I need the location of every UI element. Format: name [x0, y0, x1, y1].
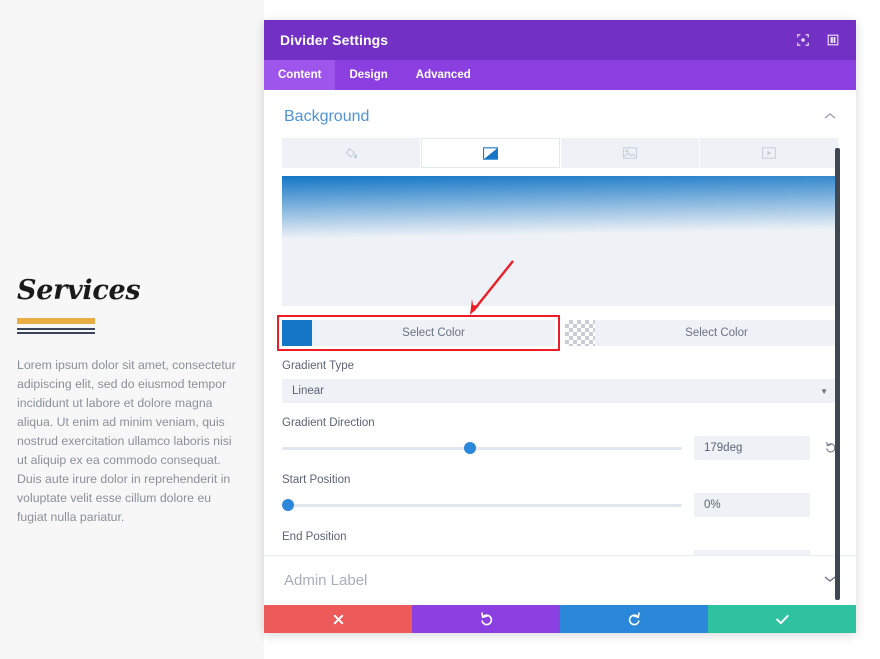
start-position-value[interactable]: 0% [694, 493, 810, 517]
gradient-color-stops: Select Color Select Color [277, 315, 838, 351]
modal-scrollbar[interactable] [835, 148, 840, 600]
divider-settings-modal: Divider Settings Content Design Advanced… [264, 20, 856, 633]
modal-title: Divider Settings [280, 32, 389, 48]
gradient-start-color-field[interactable]: Select Color [277, 315, 560, 351]
admin-label-title: Admin Label [284, 572, 368, 589]
background-type-image[interactable] [560, 138, 700, 168]
redo-button[interactable] [560, 605, 708, 633]
page-title: Services [17, 275, 141, 306]
background-type-tabs [282, 138, 838, 168]
modal-tabs: Content Design Advanced [264, 60, 856, 90]
layout-columns-icon[interactable] [826, 33, 840, 47]
start-position-label: Start Position [282, 474, 351, 486]
background-type-gradient[interactable] [421, 138, 561, 168]
background-section-header[interactable]: Background [264, 90, 856, 134]
background-type-color[interactable] [282, 138, 422, 168]
image-icon [622, 147, 637, 159]
video-icon [762, 147, 776, 159]
divider-bar-navy-bottom [17, 332, 95, 334]
start-position-control: Start Position 0% [282, 474, 838, 517]
color-swatch-start[interactable] [282, 320, 312, 346]
slider-knob[interactable] [464, 442, 476, 454]
gradient-type-label: Gradient Type [282, 360, 355, 372]
gradient-preview [282, 176, 838, 306]
gradient-type-value: Linear [292, 385, 324, 397]
modal-header-actions [796, 33, 840, 47]
cancel-button[interactable] [264, 605, 412, 633]
gradient-direction-slider[interactable] [282, 439, 682, 457]
slider-track [282, 504, 682, 507]
modal-header: Divider Settings [264, 20, 856, 60]
color-fill-icon [345, 147, 358, 160]
gradient-end-color-field[interactable]: Select Color [565, 320, 838, 346]
chevron-up-icon[interactable] [824, 112, 836, 123]
select-color-label-end: Select Color [685, 327, 748, 339]
section-title: Background [284, 108, 370, 125]
save-button[interactable] [708, 605, 856, 633]
gradient-direction-label: Gradient Direction [282, 417, 375, 429]
gradient-type-control: Gradient Type Linear ▼ [282, 360, 838, 403]
start-position-slider[interactable] [282, 496, 682, 514]
end-position-label: End Position [282, 531, 347, 543]
undo-button[interactable] [412, 605, 560, 633]
screenshot-root: Services Lorem ipsum dolor sit amet, con… [0, 0, 880, 659]
slider-knob[interactable] [282, 499, 294, 511]
gradient-direction-value[interactable]: 179deg [694, 436, 810, 460]
page-body-text: Lorem ipsum dolor sit amet, consectetur … [17, 358, 236, 524]
title-divider [17, 318, 95, 334]
start-position-row: 0% [282, 493, 838, 517]
tab-design[interactable]: Design [335, 60, 401, 90]
modal-footer [264, 605, 856, 633]
tab-advanced[interactable]: Advanced [402, 60, 485, 90]
color-swatch-end[interactable] [565, 320, 595, 346]
gradient-type-select[interactable]: Linear ▼ [282, 379, 838, 403]
tab-content[interactable]: Content [264, 60, 336, 90]
admin-label-section[interactable]: Admin Label [264, 555, 856, 605]
select-color-label-start: Select Color [402, 327, 465, 339]
modal-body: Background Select Color Select Color Gra… [264, 90, 856, 605]
gradient-icon [482, 146, 498, 160]
slider-track [282, 447, 682, 450]
divider-bar-navy-top [17, 328, 95, 330]
expand-icon[interactable] [796, 33, 810, 47]
caret-down-icon: ▼ [820, 386, 828, 396]
page-content-column: Services Lorem ipsum dolor sit amet, con… [0, 0, 264, 659]
gradient-direction-row: 179deg [282, 436, 838, 460]
background-type-video[interactable] [699, 138, 838, 168]
gradient-direction-control: Gradient Direction 179deg [282, 417, 838, 460]
